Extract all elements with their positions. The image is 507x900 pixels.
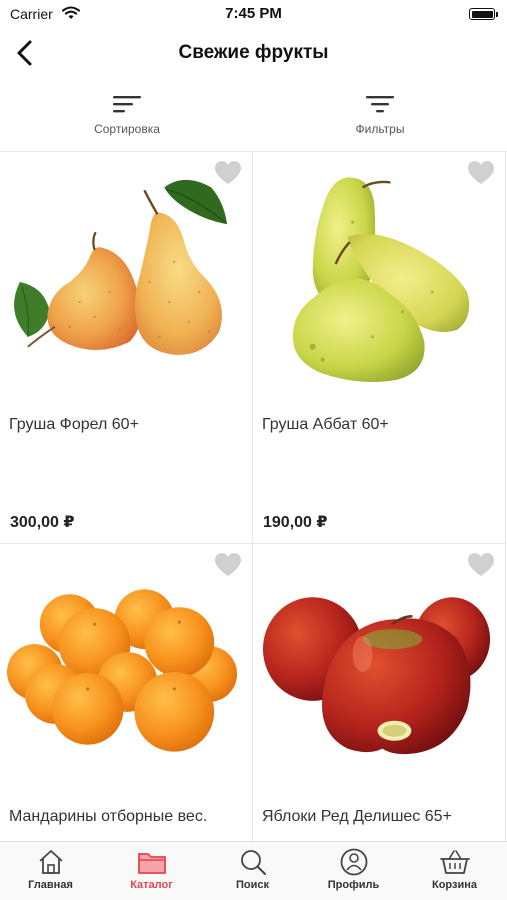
product-card[interactable]: Яблоки Ред Делишес 65+ [253, 544, 506, 841]
clock: 7:45 PM [225, 5, 282, 22]
sort-filter-bar: Сортировка Фильтры [0, 86, 507, 150]
favorite-heart-icon[interactable] [214, 552, 242, 578]
status-bar: Carrier 7:45 PM [0, 0, 507, 28]
tab-cart-label: Корзина [432, 879, 477, 891]
product-card[interactable]: Мандарины отборные вес. [0, 544, 253, 841]
navigation-bar: Свежие фрукты [0, 28, 507, 78]
basket-icon [439, 850, 470, 874]
filter-label: Фильтры [355, 122, 405, 136]
tab-profile-label: Профиль [327, 879, 380, 891]
tab-home[interactable]: Главная [0, 842, 101, 900]
tab-home-label: Главная [28, 879, 73, 891]
product-image [14, 179, 228, 355]
tab-catalog-label: Каталог [130, 879, 173, 891]
product-name: Яблоки Ред Делишес 65+ [262, 808, 452, 825]
tab-cart[interactable]: Корзина [404, 842, 505, 900]
tab-profile[interactable]: Профиль [303, 842, 404, 900]
product-price: 300,00 ₽ [10, 514, 75, 531]
product-grid: Груша Форел 60+ 300,00 ₽ Груша Аббат 60+… [0, 151, 507, 841]
product-image [6, 589, 238, 752]
product-price: 190,00 ₽ [263, 514, 328, 531]
filter-icon [366, 96, 394, 113]
product-image [292, 177, 470, 383]
page-title: Свежие фрукты [178, 42, 329, 63]
home-icon [38, 850, 63, 874]
tab-bar: Главная Каталог Поиск Профиль Корзина [0, 841, 507, 900]
tab-search-label: Поиск [235, 879, 269, 891]
product-name: Груша Форел 60+ [9, 416, 139, 433]
product-name: Груша Аббат 60+ [262, 416, 389, 433]
search-icon [240, 850, 266, 875]
favorite-heart-icon[interactable] [214, 160, 242, 186]
product-card[interactable]: Груша Аббат 60+ 190,00 ₽ [253, 152, 506, 544]
favorite-heart-icon[interactable] [467, 160, 495, 186]
sort-icon [113, 96, 141, 113]
product-card[interactable]: Груша Форел 60+ 300,00 ₽ [0, 152, 253, 544]
tab-search[interactable]: Поиск [202, 842, 303, 900]
product-image [262, 597, 491, 755]
folder-icon [137, 853, 166, 874]
filter-button[interactable]: Фильтры [300, 86, 460, 136]
battery-icon [469, 8, 498, 20]
favorite-heart-icon[interactable] [467, 552, 495, 578]
sort-button[interactable]: Сортировка [47, 86, 207, 136]
product-name: Мандарины отборные вес. [9, 808, 208, 825]
tab-catalog[interactable]: Каталог [101, 842, 202, 900]
sort-label: Сортировка [94, 122, 160, 136]
user-icon [340, 848, 367, 876]
